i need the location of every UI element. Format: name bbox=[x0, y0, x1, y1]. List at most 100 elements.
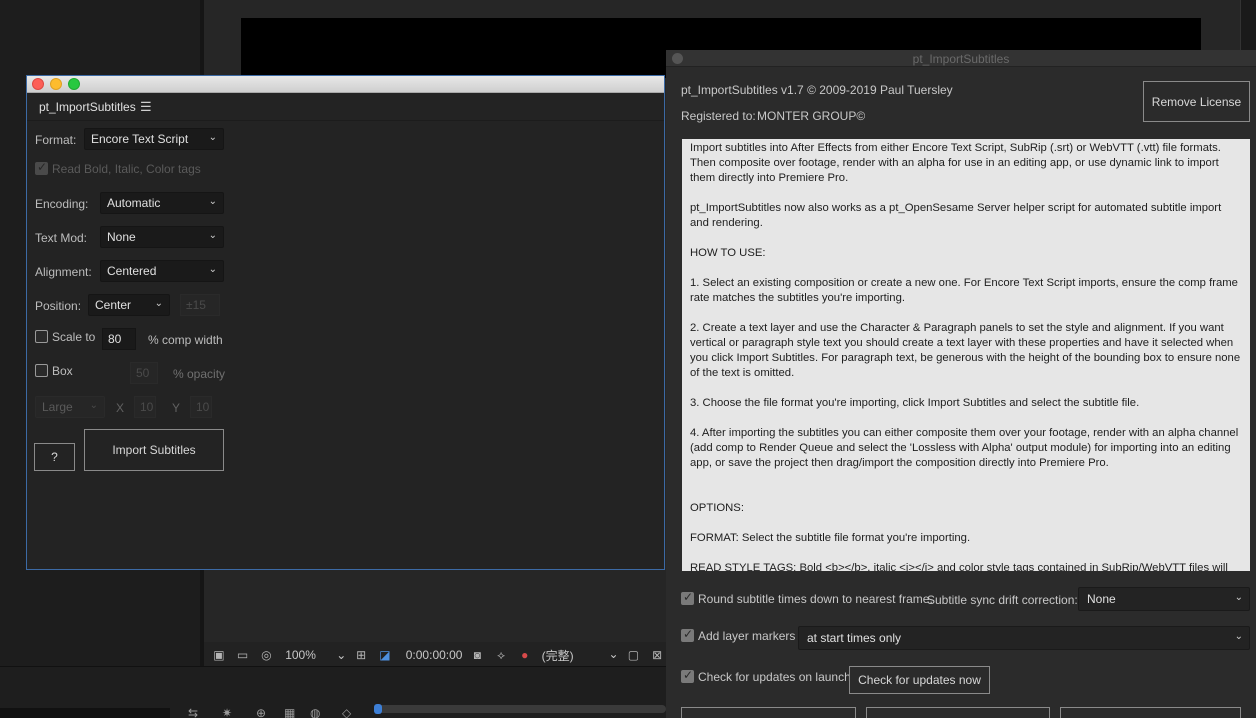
help-paragraph: 4. After importing the subtitles you can… bbox=[690, 427, 1239, 469]
version-line: pt_ImportSubtitles v1.7 © 2009-2019 Paul… bbox=[681, 83, 953, 97]
box-opacity-input[interactable]: 50 bbox=[130, 362, 158, 384]
text-mod-dropdown[interactable]: None ⌄ bbox=[100, 226, 224, 248]
chevron-down-icon: ⌄ bbox=[208, 230, 217, 241]
help-paragraph: FORMAT: Select the subtitle file format … bbox=[690, 532, 971, 544]
show-snapshot-icon[interactable]: ⟡ bbox=[492, 648, 510, 662]
position-offset-field[interactable]: ±15 bbox=[180, 294, 220, 316]
help-paragraph: 1. Select an existing composition or cre… bbox=[690, 277, 1238, 304]
timeline-scroll[interactable] bbox=[0, 708, 170, 718]
text-mod-label: Text Mod: bbox=[35, 231, 88, 245]
check-updates-label: Check for updates on launch bbox=[698, 670, 851, 684]
read-tags-checkbox[interactable] bbox=[35, 160, 48, 175]
box-checkbox[interactable] bbox=[35, 364, 48, 377]
resolution-dropdown[interactable]: (完整) ⌄ bbox=[542, 647, 619, 664]
chevron-down-icon: ⌄ bbox=[89, 400, 98, 411]
help-paragraph: OPTIONS: bbox=[690, 502, 744, 514]
region-of-interest-icon[interactable]: ◪ bbox=[376, 648, 394, 662]
graph-editor-icon[interactable]: ▦ bbox=[284, 706, 295, 718]
import-subtitles-button[interactable]: Import Subtitles bbox=[84, 429, 224, 471]
window-title: pt_ImportSubtitles bbox=[912, 52, 1010, 66]
encoding-label: Encoding: bbox=[35, 197, 89, 211]
position-dropdown[interactable]: Center ⌄ bbox=[88, 294, 170, 316]
chevron-down-icon: ⌄ bbox=[208, 132, 217, 143]
panel-tab-label: pt_ImportSubtitles bbox=[39, 100, 136, 114]
bottom-button-2[interactable] bbox=[866, 707, 1050, 718]
scale-width-input[interactable]: 80 bbox=[102, 328, 136, 350]
help-paragraph: 2. Create a text layer and use the Chara… bbox=[690, 322, 1241, 379]
minimize-window-button[interactable] bbox=[50, 78, 62, 90]
chevron-down-icon: ⌄ bbox=[154, 298, 163, 309]
encoding-dropdown[interactable]: Automatic ⌄ bbox=[100, 192, 224, 214]
time-navigator[interactable] bbox=[374, 705, 666, 713]
scale-checkbox[interactable] bbox=[35, 330, 48, 343]
alignment-dropdown[interactable]: Centered ⌄ bbox=[100, 260, 224, 282]
layer-markers-dropdown[interactable]: at start times only ⌄ bbox=[798, 626, 1250, 650]
check-updates-checkbox[interactable] bbox=[681, 668, 694, 683]
round-times-label: Round subtitle times down to nearest fra… bbox=[698, 592, 933, 606]
help-paragraph: 3. Choose the file format you're importi… bbox=[690, 397, 1140, 409]
format-label: Format: bbox=[35, 133, 77, 147]
format-dropdown[interactable]: Encore Text Script ⌄ bbox=[84, 128, 224, 150]
window-titlebar[interactable]: pt_ImportSubtitles bbox=[666, 50, 1256, 67]
import-subtitles-help-window: pt_ImportSubtitles pt_ImportSubtitles v1… bbox=[666, 50, 1256, 718]
registered-value: MONTER GROUP© bbox=[757, 109, 866, 123]
round-times-checkbox[interactable] bbox=[681, 590, 694, 605]
help-paragraph: Import subtitles into After Effects from… bbox=[690, 142, 1221, 184]
keyframe-icon[interactable]: ◇ bbox=[342, 706, 351, 718]
help-button[interactable]: ? bbox=[34, 443, 75, 471]
layer-markers-label: Add layer markers bbox=[698, 629, 796, 643]
scale-unit-label: % comp width bbox=[148, 333, 223, 347]
box-label: Box bbox=[52, 364, 73, 378]
shy-icon[interactable]: ⇆ bbox=[188, 706, 198, 718]
transparency-grid-icon[interactable]: ⊠ bbox=[648, 648, 666, 662]
motion-blur-icon[interactable]: ⊕ bbox=[256, 706, 266, 718]
read-tags-label: Read Bold, Italic, Color tags bbox=[52, 162, 201, 176]
bottom-button-1[interactable] bbox=[681, 707, 856, 718]
alignment-label: Alignment: bbox=[35, 265, 92, 279]
frame-blending-icon[interactable]: ✷ bbox=[222, 706, 232, 718]
current-time-display[interactable]: 0:00:00:00 bbox=[406, 648, 463, 662]
chevron-down-icon: ⌄ bbox=[208, 264, 217, 275]
drift-correction-dropdown[interactable]: None ⌄ bbox=[1078, 587, 1250, 611]
hamburger-menu-icon[interactable]: ☰ bbox=[140, 99, 152, 115]
fast-preview-icon[interactable]: ▢ bbox=[625, 648, 643, 662]
bottom-button-3[interactable] bbox=[1060, 707, 1241, 718]
zoom-window-button[interactable] bbox=[68, 78, 80, 90]
help-paragraph: READ STYLE TAGS: Bold <b></b>, italic <i… bbox=[690, 562, 1228, 571]
help-text-box[interactable]: Import subtitles into After Effects from… bbox=[682, 139, 1250, 571]
camera-icon[interactable]: ◙ bbox=[468, 648, 486, 662]
import-subtitles-panel-window: pt_ImportSubtitles ☰ Format: Encore Text… bbox=[26, 75, 665, 570]
monitor-icon[interactable]: ▭ bbox=[234, 648, 252, 662]
chevron-down-icon: ⌄ bbox=[1234, 592, 1243, 603]
zoom-dropdown[interactable]: 100% ⌄ bbox=[285, 648, 346, 662]
chevron-down-icon: ⌄ bbox=[1234, 631, 1243, 642]
scale-label: Scale to bbox=[52, 330, 96, 344]
layer-markers-checkbox[interactable] bbox=[681, 627, 694, 642]
help-paragraph: HOW TO USE: bbox=[690, 247, 766, 259]
window-titlebar[interactable] bbox=[27, 76, 664, 93]
chevron-down-icon: ⌄ bbox=[208, 196, 217, 207]
box-size-dropdown[interactable]: Large ⌄ bbox=[35, 396, 105, 418]
always-preview-icon[interactable]: ▣ bbox=[210, 648, 228, 662]
remove-license-button[interactable]: Remove License bbox=[1143, 81, 1250, 122]
viewer-toolbar: ▣ ▭ ◎ 100% ⌄ ⊞ ◪ 0:00:00:00 ◙ ⟡ ● (完整) ⌄ ▢… bbox=[204, 642, 666, 668]
chevron-down-icon: ⌄ bbox=[336, 648, 347, 662]
close-window-button[interactable] bbox=[32, 78, 44, 90]
y-label: Y bbox=[172, 401, 181, 415]
draft-3d-icon[interactable]: ◍ bbox=[310, 706, 320, 718]
mask-visibility-icon[interactable]: ◎ bbox=[257, 648, 275, 662]
box-opacity-unit: % opacity bbox=[173, 367, 226, 381]
drift-correction-label: Subtitle sync drift correction: bbox=[927, 593, 1078, 607]
registered-label: Registered to: bbox=[681, 109, 756, 123]
panel-tab[interactable]: pt_ImportSubtitles ☰ bbox=[27, 93, 664, 121]
grid-icon[interactable]: ⊞ bbox=[352, 648, 370, 662]
x-label: X bbox=[116, 401, 125, 415]
help-paragraph: pt_ImportSubtitles now also works as a p… bbox=[690, 202, 1222, 229]
x-input[interactable]: 10 bbox=[134, 396, 156, 418]
playhead-handle[interactable] bbox=[374, 704, 382, 714]
chevron-down-icon: ⌄ bbox=[608, 646, 619, 661]
position-label: Position: bbox=[35, 299, 82, 313]
channel-color-icon[interactable]: ● bbox=[516, 648, 534, 662]
y-input[interactable]: 10 bbox=[190, 396, 212, 418]
check-updates-now-button[interactable]: Check for updates now bbox=[849, 666, 990, 694]
